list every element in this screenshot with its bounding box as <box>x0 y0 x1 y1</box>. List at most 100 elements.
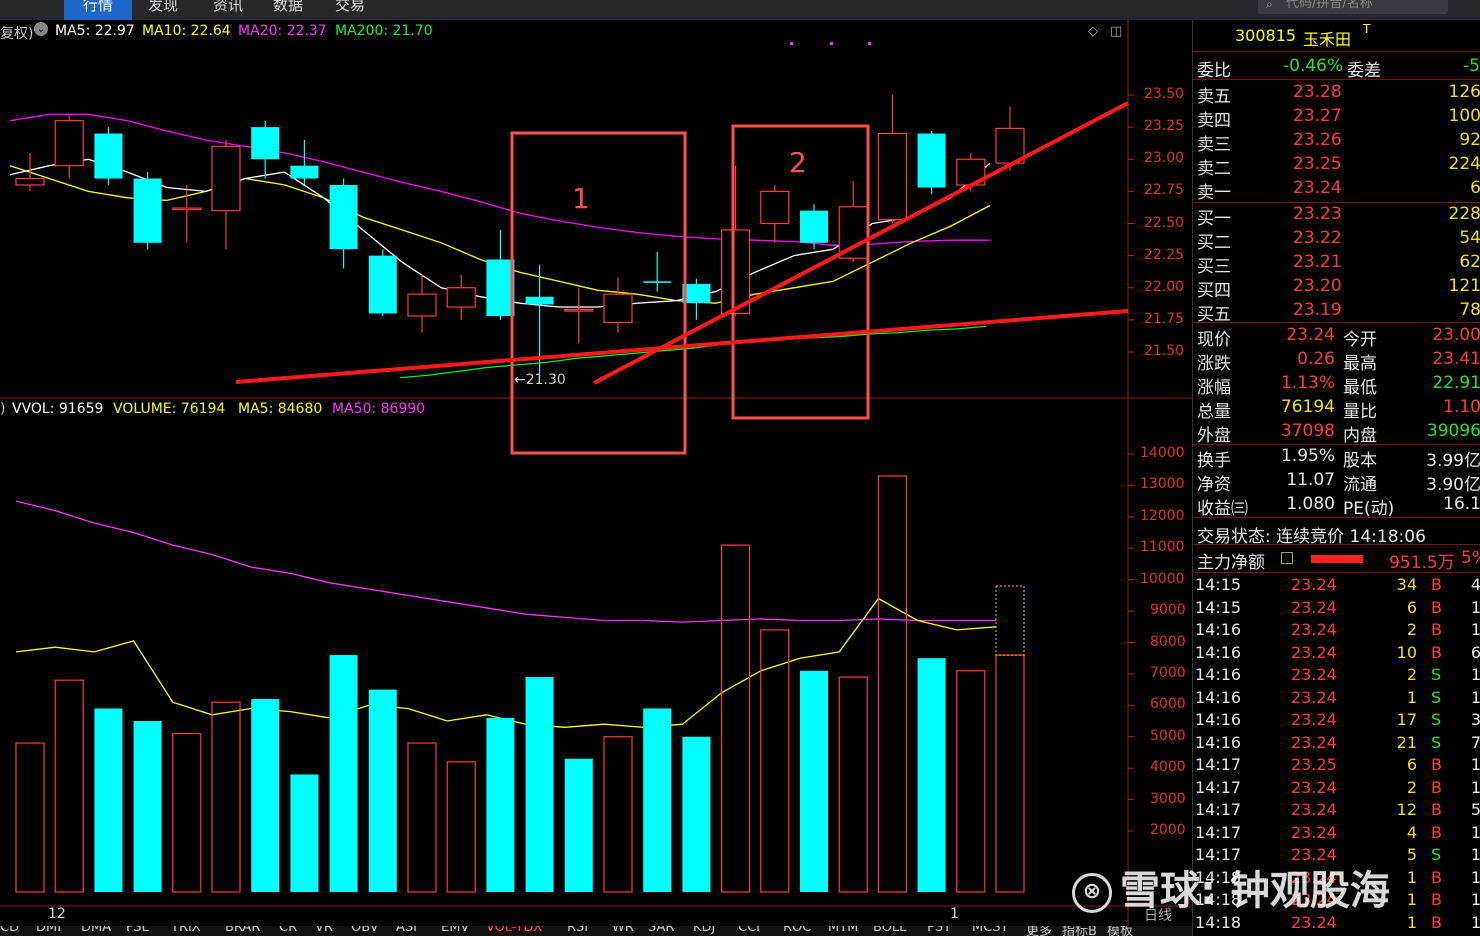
date-label-left: 12 <box>48 906 66 922</box>
volume-bar <box>172 733 202 893</box>
tick-cell: 1 <box>1470 777 1480 797</box>
kline-chart[interactable]: 12 ←21.30 <box>0 20 1192 926</box>
indicator-tab[interactable]: OBV <box>351 926 379 935</box>
volume-bar <box>486 717 515 892</box>
tick-cell: B <box>1431 890 1442 909</box>
indicator-tab[interactable]: EMV <box>441 926 469 935</box>
indicator-tab[interactable]: VOL-TDX <box>486 926 542 935</box>
tick-cell: B <box>1431 755 1442 774</box>
candle-body <box>720 229 751 315</box>
price-tick-label: 23.00 <box>1144 150 1185 167</box>
sell-level[interactable]: 卖一 23.24 6 <box>1193 178 1480 203</box>
buy-level[interactable]: 买五 23.19 78 <box>1193 300 1480 325</box>
sell-level[interactable]: 卖三 23.26 92 <box>1193 130 1480 155</box>
indicator-tab[interactable]: VR <box>315 926 333 935</box>
tab-news[interactable]: 资讯 <box>213 0 243 20</box>
volume-bar <box>407 742 437 893</box>
candle-body <box>564 308 594 312</box>
vol-ma5-line <box>15 597 997 728</box>
tick-cell: 2 <box>1406 620 1417 639</box>
tick-cell: 4 <box>1470 575 1480 594</box>
date-label-right: 1 <box>950 906 959 922</box>
indicator-tab[interactable]: SAR <box>648 926 674 935</box>
volume-bar <box>211 701 241 893</box>
stat-cell: 23.41 <box>1432 349 1480 369</box>
indicator-tab[interactable]: CR <box>279 926 297 935</box>
buy-level[interactable]: 买四 23.20 121 <box>1193 276 1480 301</box>
main-net-icon[interactable] <box>1281 552 1293 564</box>
tick-cell: 14:16 <box>1195 620 1242 639</box>
tick-row: 14:16 23.24 1 S 1 <box>1193 688 1480 711</box>
vvol-legend: VVOL: 91659 <box>12 401 104 417</box>
indicator-tab[interactable]: CCI <box>738 926 760 935</box>
tick-cell: B <box>1431 800 1442 819</box>
volume-bar <box>917 658 946 892</box>
main-net-label: 主力净额 <box>1197 553 1265 573</box>
stat-cell: 22.91 <box>1432 373 1480 393</box>
indicator-tab[interactable]: KDJ <box>693 926 715 935</box>
tick-cell: 1 <box>1470 822 1480 842</box>
fundamental-cell: 净资 <box>1197 475 1231 495</box>
volume-bar <box>877 475 908 893</box>
level-label: 卖一 <box>1197 183 1231 203</box>
indicator-tab[interactable]: ASI <box>396 926 417 935</box>
sell-level[interactable]: 卖五 23.28 126 <box>1193 82 1480 107</box>
indicator-tab[interactable]: MTM <box>828 926 858 935</box>
sell-level[interactable]: 卖二 23.25 224 <box>1193 154 1480 179</box>
indicator-tab[interactable]: TRIX <box>171 926 201 935</box>
volume-tick-label: 12000 <box>1140 507 1185 524</box>
volume-tick-label: 7000 <box>1150 664 1186 681</box>
dropdown-icon[interactable]: ⌄ <box>34 22 48 36</box>
tab-data[interactable]: 数据 <box>273 0 303 20</box>
indicator-tab[interactable]: DMI <box>36 926 61 935</box>
tick-cell: 1 <box>1470 687 1480 707</box>
low-marker: ←21.30 <box>514 372 566 388</box>
tick-cell: 1 <box>1470 665 1480 684</box>
indicator-tab[interactable]: RSI <box>567 926 588 935</box>
indicator-tab[interactable]: FSL <box>126 926 149 935</box>
indicator-tab[interactable]: ROC <box>783 926 811 935</box>
indicator-tab[interactable]: PSY <box>927 926 951 935</box>
candle-body <box>525 296 554 305</box>
buy-level[interactable]: 买二 23.22 54 <box>1193 228 1480 253</box>
sell-level[interactable]: 卖四 23.27 100 <box>1193 106 1480 131</box>
tab-market[interactable]: 行情 <box>64 0 132 20</box>
indicator-tab[interactable]: 模板 <box>1107 926 1133 936</box>
tick-cell: 14:16 <box>1195 642 1242 662</box>
volume-bar <box>251 699 280 892</box>
indicator-tab[interactable]: BRAR <box>225 926 260 935</box>
candle-body <box>368 255 397 314</box>
tick-cell: 23.24 <box>1291 620 1337 639</box>
indicator-tab[interactable]: CD <box>0 926 19 935</box>
level-volume: 121 <box>1448 276 1480 296</box>
candle-body <box>251 127 280 160</box>
volume-bar <box>290 774 319 892</box>
tick-cell: B <box>1431 912 1442 932</box>
tick-cell: 6 <box>1406 597 1417 617</box>
box-1-label: 1 <box>572 182 590 215</box>
buy-level[interactable]: 买一 23.23 228 <box>1193 204 1480 229</box>
diamond-icon[interactable]: ◇ <box>1088 24 1098 39</box>
tab-trade[interactable]: 交易 <box>335 0 365 20</box>
indicator-tab[interactable]: MCST <box>972 926 1009 935</box>
volume-bar <box>720 544 751 893</box>
indicator-tab[interactable]: WR <box>612 926 634 935</box>
candle-body <box>643 281 672 283</box>
indicator-tab[interactable]: DMA <box>81 926 111 935</box>
volume-tick-label: 2000 <box>1150 822 1186 838</box>
main-net-pct: 5% <box>1461 548 1480 568</box>
panel-toggle-icon[interactable]: ◫ <box>1110 24 1122 39</box>
tick-row: 14:15 23.24 6 B 1 <box>1193 598 1480 621</box>
uptrend-line <box>593 101 1129 385</box>
indicator-tab[interactable]: 指标B <box>1062 926 1097 936</box>
tab-discover[interactable]: 发现 <box>148 0 178 20</box>
tick-cell: B <box>1431 867 1442 887</box>
watermark-text: 雪球: 钟观股海 <box>1120 868 1390 914</box>
indicator-tab[interactable]: 更多 <box>1026 926 1052 936</box>
candle-body <box>133 178 162 243</box>
tick-cell: 23.24 <box>1291 665 1337 684</box>
indicator-tab[interactable]: BOLL <box>873 926 906 935</box>
buy-level[interactable]: 买三 23.21 62 <box>1193 252 1480 277</box>
search-input[interactable]: ⌕ 代码/拼音/名称 <box>1258 0 1448 14</box>
weibi-value: -0.46% <box>1283 56 1344 76</box>
